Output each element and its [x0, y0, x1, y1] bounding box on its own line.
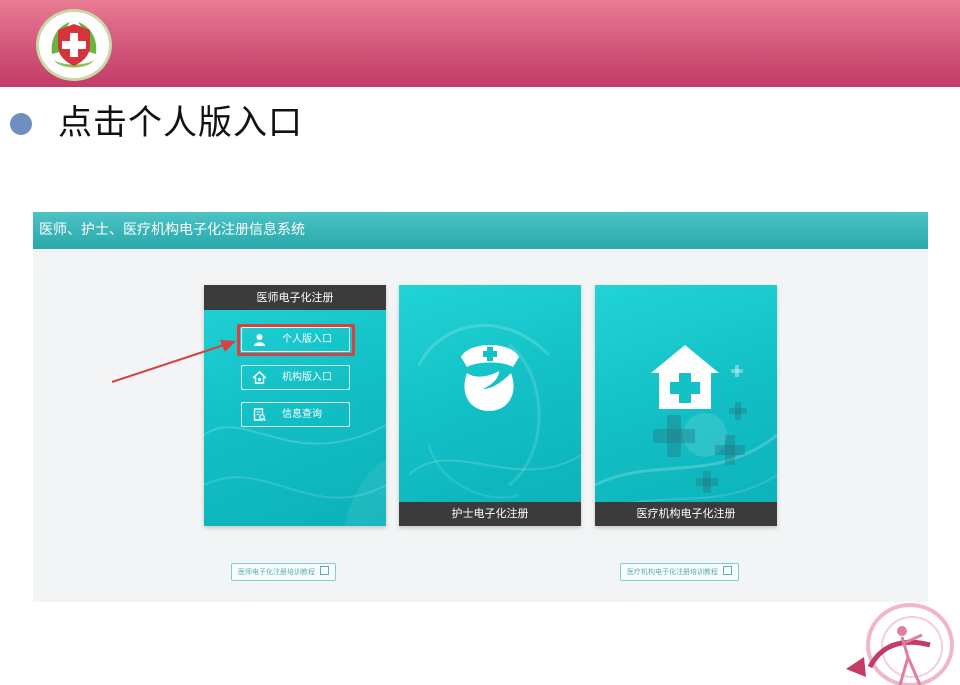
hospital-illustration	[595, 345, 777, 516]
institution-card-title: 医疗机构电子化注册	[595, 502, 777, 526]
medical-logo-icon	[36, 9, 112, 81]
institution-entry-label: 机构版入口	[282, 372, 332, 383]
house-cross-icon	[651, 345, 719, 409]
institution-tutorial-link[interactable]: 医疗机构电子化注册培训教程	[620, 563, 739, 581]
highlight-box	[237, 324, 355, 356]
slide-title: 点击个人版入口	[58, 103, 303, 143]
doctor-registration-card: 医师电子化注册 个人版入口 机构版入口 信息查询	[204, 285, 386, 526]
doctor-tutorial-link[interactable]: 医师电子化注册培训教程	[231, 563, 336, 581]
nurse-cap-icon	[461, 345, 519, 411]
doctor-tutorial-label: 医师电子化注册培训教程	[238, 568, 315, 576]
institution-entry-button[interactable]: 机构版入口	[241, 365, 350, 390]
slide-header-band	[0, 0, 960, 87]
institution-tutorial-label: 医疗机构电子化注册培训教程	[627, 568, 718, 576]
institution-registration-card[interactable]: 医疗机构电子化注册	[595, 285, 777, 526]
system-title: 医师、护士、医疗机构电子化注册信息系统	[39, 222, 305, 238]
download-icon	[723, 566, 732, 575]
download-icon	[320, 566, 329, 575]
nurse-registration-card[interactable]: 护士电子化注册	[399, 285, 581, 526]
system-screenshot: 医师、护士、医疗机构电子化注册信息系统 医师电子化注册 个人版入口 机构版入口	[33, 212, 928, 602]
nurse-card-title: 护士电子化注册	[399, 502, 581, 526]
corner-decoration	[846, 603, 954, 685]
info-query-button[interactable]: 信息查询	[241, 402, 350, 427]
doctor-card-title: 医师电子化注册	[204, 285, 386, 310]
nurse-illustration	[408, 323, 581, 499]
house-icon	[253, 371, 266, 384]
bullet-dot	[10, 113, 32, 135]
system-header-bar: 医师、护士、医疗机构电子化注册信息系统	[33, 212, 928, 249]
document-search-icon	[253, 408, 266, 421]
info-query-label: 信息查询	[282, 409, 322, 420]
